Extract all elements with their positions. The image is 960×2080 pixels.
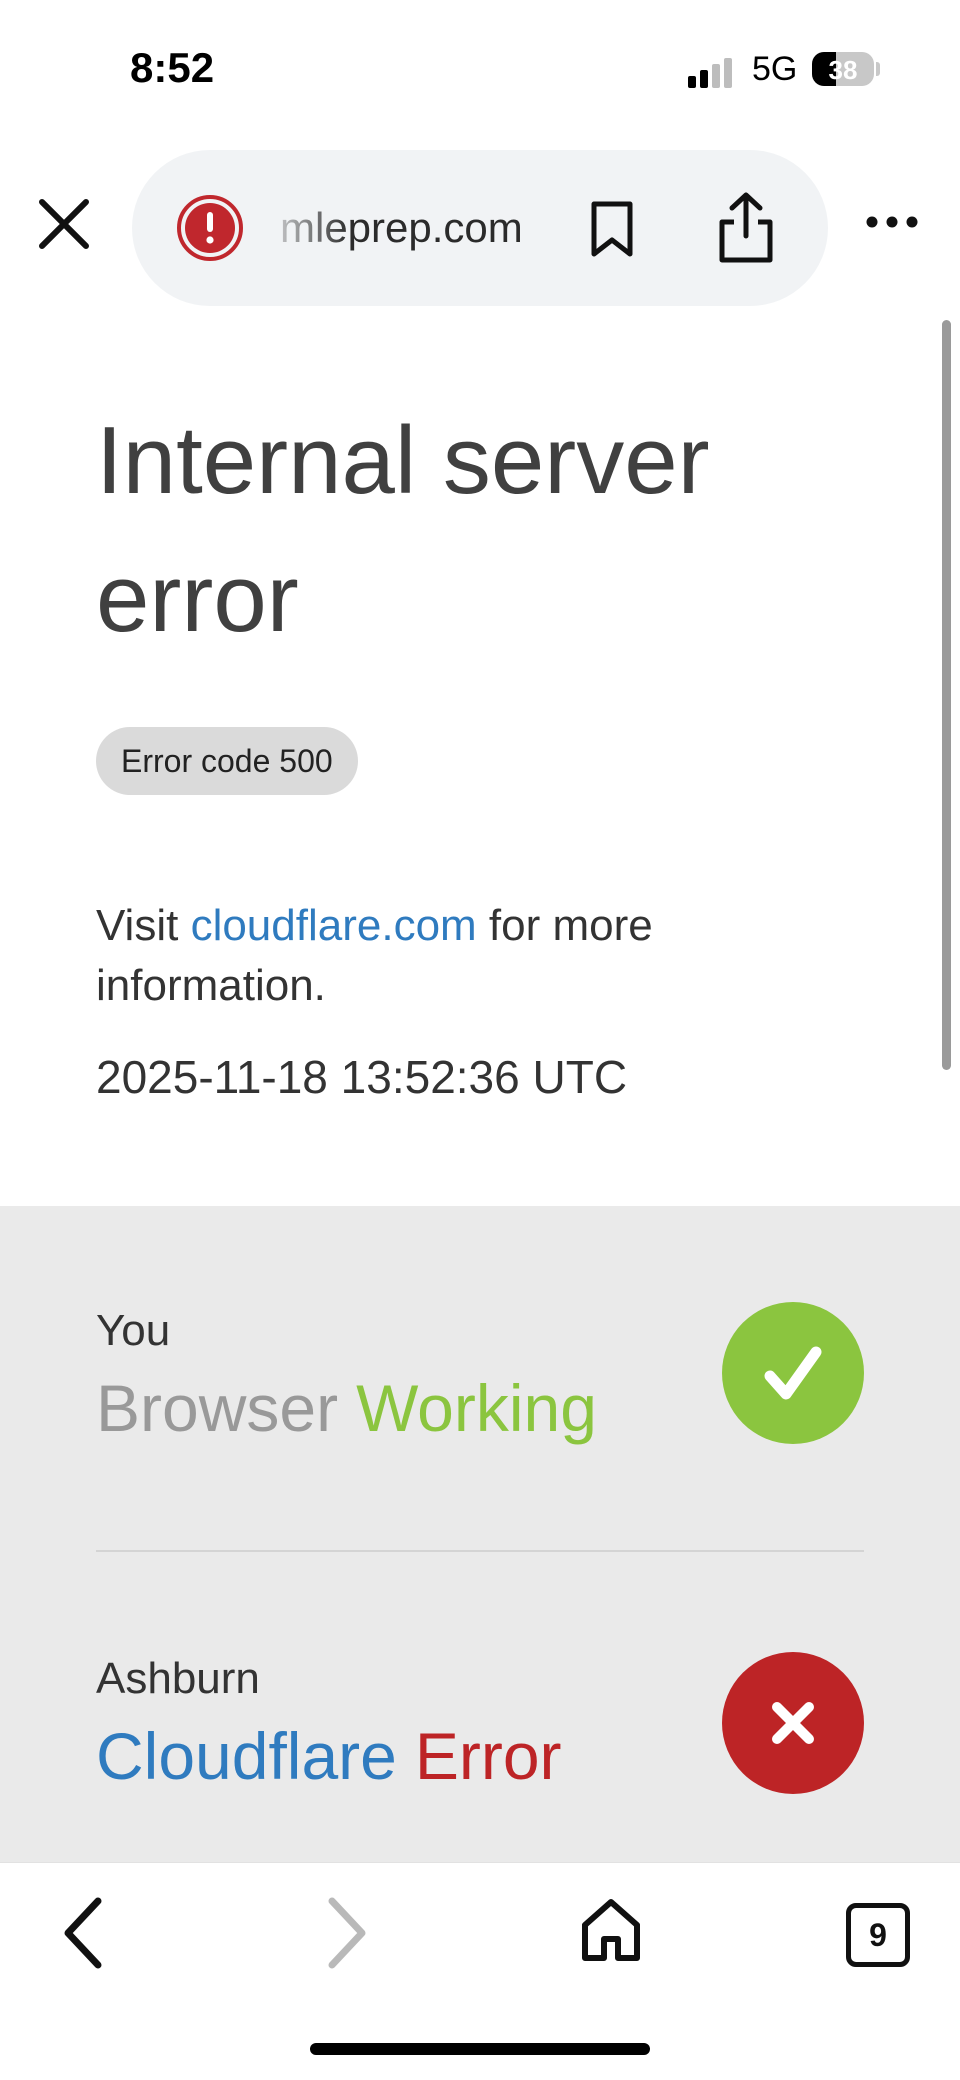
close-icon[interactable] bbox=[36, 196, 92, 252]
status-time: 8:52 bbox=[130, 44, 215, 91]
info-text: Visit cloudflare.com for more informatio… bbox=[96, 896, 876, 1016]
home-icon[interactable] bbox=[580, 1897, 642, 1968]
battery-level: 38 bbox=[828, 55, 858, 85]
page-title: Internal server error bbox=[96, 407, 710, 652]
row-status-cloudflare: Cloudflare Error bbox=[96, 1718, 562, 1794]
back-icon[interactable] bbox=[58, 1895, 108, 1976]
alert-icon[interactable] bbox=[176, 194, 244, 262]
row-location-ashburn: Ashburn bbox=[96, 1654, 260, 1703]
error-code-badge: Error code 500 bbox=[96, 727, 358, 795]
tabs-icon[interactable]: 9 bbox=[846, 1903, 910, 1967]
check-icon bbox=[722, 1302, 864, 1444]
bookmark-icon[interactable] bbox=[586, 200, 638, 258]
status-bar: 8:52 5G 38 bbox=[0, 0, 960, 140]
home-indicator bbox=[310, 2043, 650, 2055]
address-bar[interactable]: mleprep.com bbox=[132, 150, 828, 306]
row-location-you: You bbox=[96, 1306, 171, 1355]
signal-icon bbox=[688, 54, 738, 88]
row-name-cloudflare: Cloudflare bbox=[96, 1719, 397, 1793]
row-state-working: Working bbox=[356, 1371, 597, 1445]
row-state-error: Error bbox=[414, 1719, 562, 1793]
x-icon bbox=[722, 1652, 864, 1794]
row-name-browser: Browser bbox=[96, 1371, 339, 1445]
battery-nub bbox=[876, 62, 880, 76]
info-prefix: Visit bbox=[96, 901, 191, 950]
bottom-nav: 9 bbox=[0, 1862, 960, 2080]
network-label: 5G bbox=[752, 50, 798, 88]
more-icon[interactable] bbox=[864, 212, 920, 232]
status-section: You Browser Working Ashburn Cloudflare Err… bbox=[0, 1206, 960, 1862]
battery-icon: 38 bbox=[812, 52, 874, 86]
url-text[interactable]: mleprep.com bbox=[280, 204, 523, 252]
cloudflare-link[interactable]: cloudflare.com bbox=[191, 901, 477, 950]
share-icon[interactable] bbox=[712, 190, 780, 266]
divider bbox=[96, 1550, 864, 1552]
scrollbar[interactable] bbox=[942, 320, 951, 1070]
row-status-browser: Browser Working bbox=[96, 1370, 597, 1446]
forward-icon[interactable] bbox=[322, 1895, 372, 1976]
timestamp: 2025-11-18 13:52:36 UTC bbox=[96, 1051, 628, 1103]
